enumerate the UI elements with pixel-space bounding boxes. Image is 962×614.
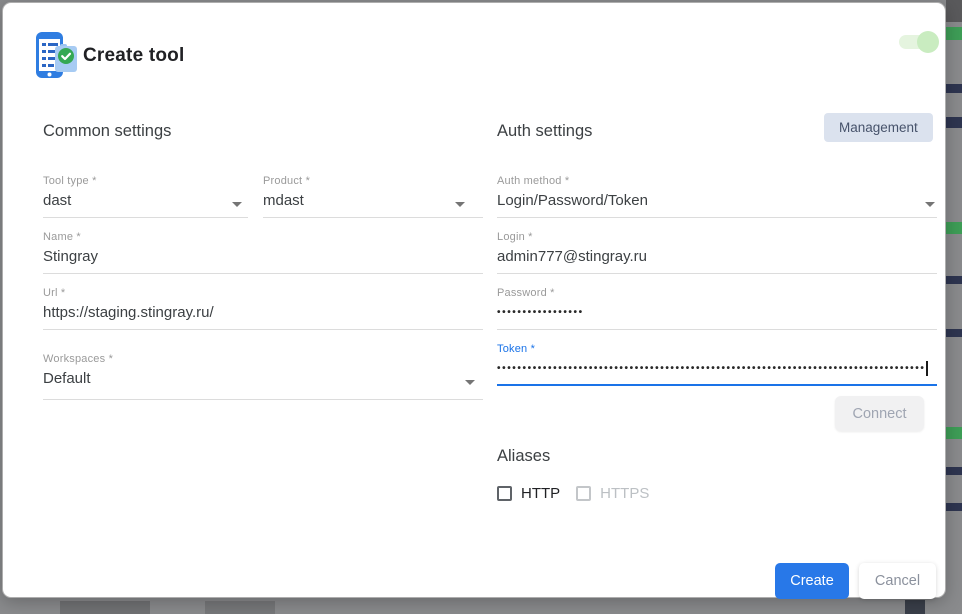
- text-cursor: [926, 361, 928, 376]
- backdrop-fragment: [946, 467, 962, 475]
- backdrop-fragment: [946, 117, 962, 128]
- url-label: Url *: [43, 287, 483, 299]
- chevron-down-icon[interactable]: [465, 380, 475, 385]
- field-underline: [43, 273, 483, 274]
- workspaces-select[interactable]: Workspaces * Default: [43, 353, 483, 400]
- http-checkbox-option[interactable]: HTTP: [497, 485, 560, 502]
- name-value: Stingray: [43, 248, 483, 268]
- field-underline: [497, 273, 937, 274]
- name-label: Name *: [43, 231, 483, 243]
- backdrop-fragment: [946, 84, 962, 93]
- create-button[interactable]: Create: [775, 563, 849, 599]
- login-value: admin777@stingray.ru: [497, 248, 937, 268]
- auth-method-select[interactable]: Auth method * Login/Password/Token: [497, 175, 937, 218]
- backdrop-fragment: [946, 329, 962, 337]
- field-underline: [497, 329, 937, 330]
- http-checkbox-label: HTTP: [521, 485, 560, 502]
- field-underline: [43, 399, 483, 400]
- connect-button[interactable]: Connect: [835, 396, 924, 431]
- url-field[interactable]: Url * https://staging.stingray.ru/: [43, 287, 483, 330]
- https-checkbox-label: HTTPS: [600, 485, 649, 502]
- backdrop-fragment: [946, 27, 962, 40]
- dialog-title: Create tool: [83, 45, 184, 67]
- auth-method-label: Auth method *: [497, 175, 937, 187]
- product-label: Product *: [263, 175, 483, 187]
- product-value: mdast: [263, 192, 483, 212]
- chevron-down-icon[interactable]: [925, 202, 935, 207]
- backdrop-fragment: [946, 503, 962, 511]
- password-field[interactable]: Password * •••••••••••••••••: [497, 287, 937, 330]
- https-checkbox-option[interactable]: HTTPS: [576, 485, 649, 502]
- chevron-down-icon[interactable]: [455, 202, 465, 207]
- url-value: https://staging.stingray.ru/: [43, 304, 483, 324]
- field-underline: [497, 217, 937, 218]
- auth-settings-heading: Auth settings: [497, 122, 592, 141]
- field-underline: [263, 217, 483, 218]
- backdrop-fragment: [905, 600, 925, 614]
- aliases-heading: Aliases: [497, 447, 550, 466]
- field-underline: [43, 217, 248, 218]
- token-field[interactable]: Token * ••••••••••••••••••••••••••••••••…: [497, 343, 937, 386]
- token-value: ••••••••••••••••••••••••••••••••••••••••…: [497, 363, 925, 374]
- cancel-button[interactable]: Cancel: [859, 563, 936, 599]
- https-checkbox[interactable]: [576, 486, 591, 501]
- aliases-options: HTTP HTTPS: [497, 485, 649, 502]
- tool-enabled-toggle[interactable]: [899, 35, 931, 49]
- backdrop-fragment: [946, 0, 962, 22]
- page-backdrop: Create tool Common settings Auth setting…: [0, 0, 962, 614]
- toggle-knob: [917, 31, 939, 53]
- product-select[interactable]: Product * mdast: [263, 175, 483, 218]
- common-settings-heading: Common settings: [43, 122, 171, 141]
- create-tool-dialog: Create tool Common settings Auth setting…: [2, 2, 946, 598]
- backdrop-fragment: [205, 601, 275, 614]
- password-label: Password *: [497, 287, 937, 299]
- token-label: Token *: [497, 343, 937, 355]
- backdrop-fragment: [946, 276, 962, 284]
- backdrop-fragment: [946, 222, 962, 234]
- workspaces-value: Default: [43, 370, 483, 390]
- chevron-down-icon[interactable]: [232, 202, 242, 207]
- field-underline: [43, 329, 483, 330]
- auth-method-value: Login/Password/Token: [497, 192, 937, 212]
- tool-type-label: Tool type *: [43, 175, 248, 187]
- tool-phone-icon: [31, 31, 79, 81]
- backdrop-fragment: [60, 601, 150, 614]
- login-label: Login *: [497, 231, 937, 243]
- tool-type-select[interactable]: Tool type * dast: [43, 175, 248, 218]
- tool-type-value: dast: [43, 192, 248, 212]
- login-field[interactable]: Login * admin777@stingray.ru: [497, 231, 937, 274]
- management-button[interactable]: Management: [824, 113, 933, 142]
- name-field[interactable]: Name * Stingray: [43, 231, 483, 274]
- field-underline-focused: [497, 384, 937, 386]
- http-checkbox[interactable]: [497, 486, 512, 501]
- password-value: •••••••••••••••••: [497, 307, 584, 318]
- backdrop-fragment: [946, 427, 962, 439]
- workspaces-label: Workspaces *: [43, 353, 483, 365]
